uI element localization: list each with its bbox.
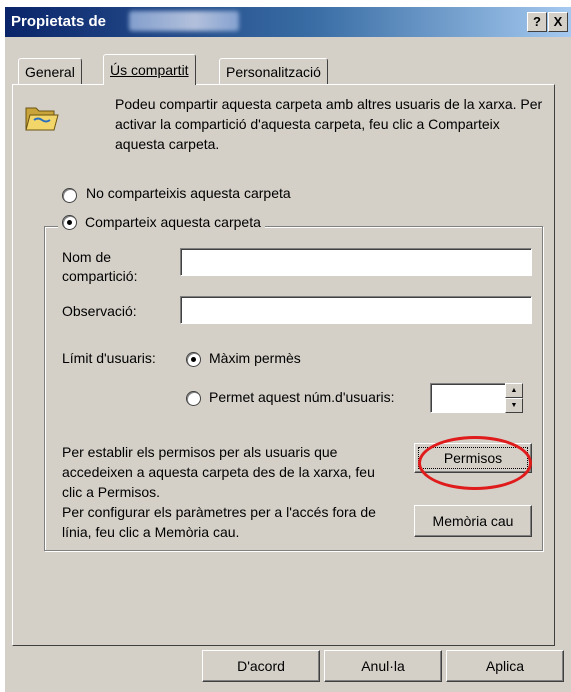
max-allowed-radio[interactable]: [186, 352, 201, 367]
share-name-field[interactable]: [180, 248, 532, 276]
ok-button[interactable]: D'acord: [202, 650, 320, 682]
share-radio[interactable]: [62, 214, 77, 230]
allow-n-users-radio[interactable]: [186, 391, 201, 406]
tab-sharing[interactable]: Ús compartit: [103, 54, 196, 85]
share-group-title: Comparteix aquesta carpeta: [58, 214, 265, 230]
comment-field[interactable]: [180, 296, 532, 324]
user-count-input[interactable]: [430, 383, 506, 413]
tab-sharing-label: Ús compartit: [110, 62, 189, 78]
offline-text: Per configurar els paràmetres per a l'ac…: [62, 504, 376, 540]
title-bar[interactable]: Propietats de ? X: [5, 7, 571, 37]
cancel-button[interactable]: Anul·la: [324, 650, 442, 682]
spinner-up-icon[interactable]: ▲: [505, 383, 523, 398]
comment-label: Observació:: [62, 303, 137, 319]
permissions-text: Per establir els permisos per als usuari…: [62, 444, 375, 500]
apply-button[interactable]: Aplica: [446, 650, 564, 682]
user-limit-label: Límit d'usuaris:: [62, 350, 156, 366]
intro-text: Podeu compartir aquesta carpeta amb altr…: [115, 96, 543, 152]
highlight-circle: [418, 436, 532, 490]
spinner-down-icon[interactable]: ▼: [505, 398, 523, 413]
window-title: Propietats de: [11, 13, 107, 30]
shared-folder-icon: [25, 107, 59, 131]
share-name-label: Nom de compartició:: [62, 249, 138, 284]
user-count-spinner[interactable]: ▲ ▼: [505, 383, 523, 413]
help-button[interactable]: ?: [527, 12, 547, 32]
no-share-label[interactable]: No comparteixis aquesta carpeta: [86, 185, 291, 201]
redacted-folder-name: [129, 11, 239, 31]
allow-n-users-label[interactable]: Permet aquest núm.d'usuaris:: [209, 389, 395, 405]
no-share-radio[interactable]: [62, 188, 77, 203]
cache-button[interactable]: Memòria cau: [414, 505, 532, 537]
max-allowed-label[interactable]: Màxim permès: [209, 350, 301, 366]
close-button[interactable]: X: [548, 12, 568, 32]
share-label[interactable]: Comparteix aquesta carpeta: [85, 214, 261, 230]
tab-general[interactable]: General: [18, 58, 82, 85]
tab-customize[interactable]: Personalització: [219, 58, 328, 85]
